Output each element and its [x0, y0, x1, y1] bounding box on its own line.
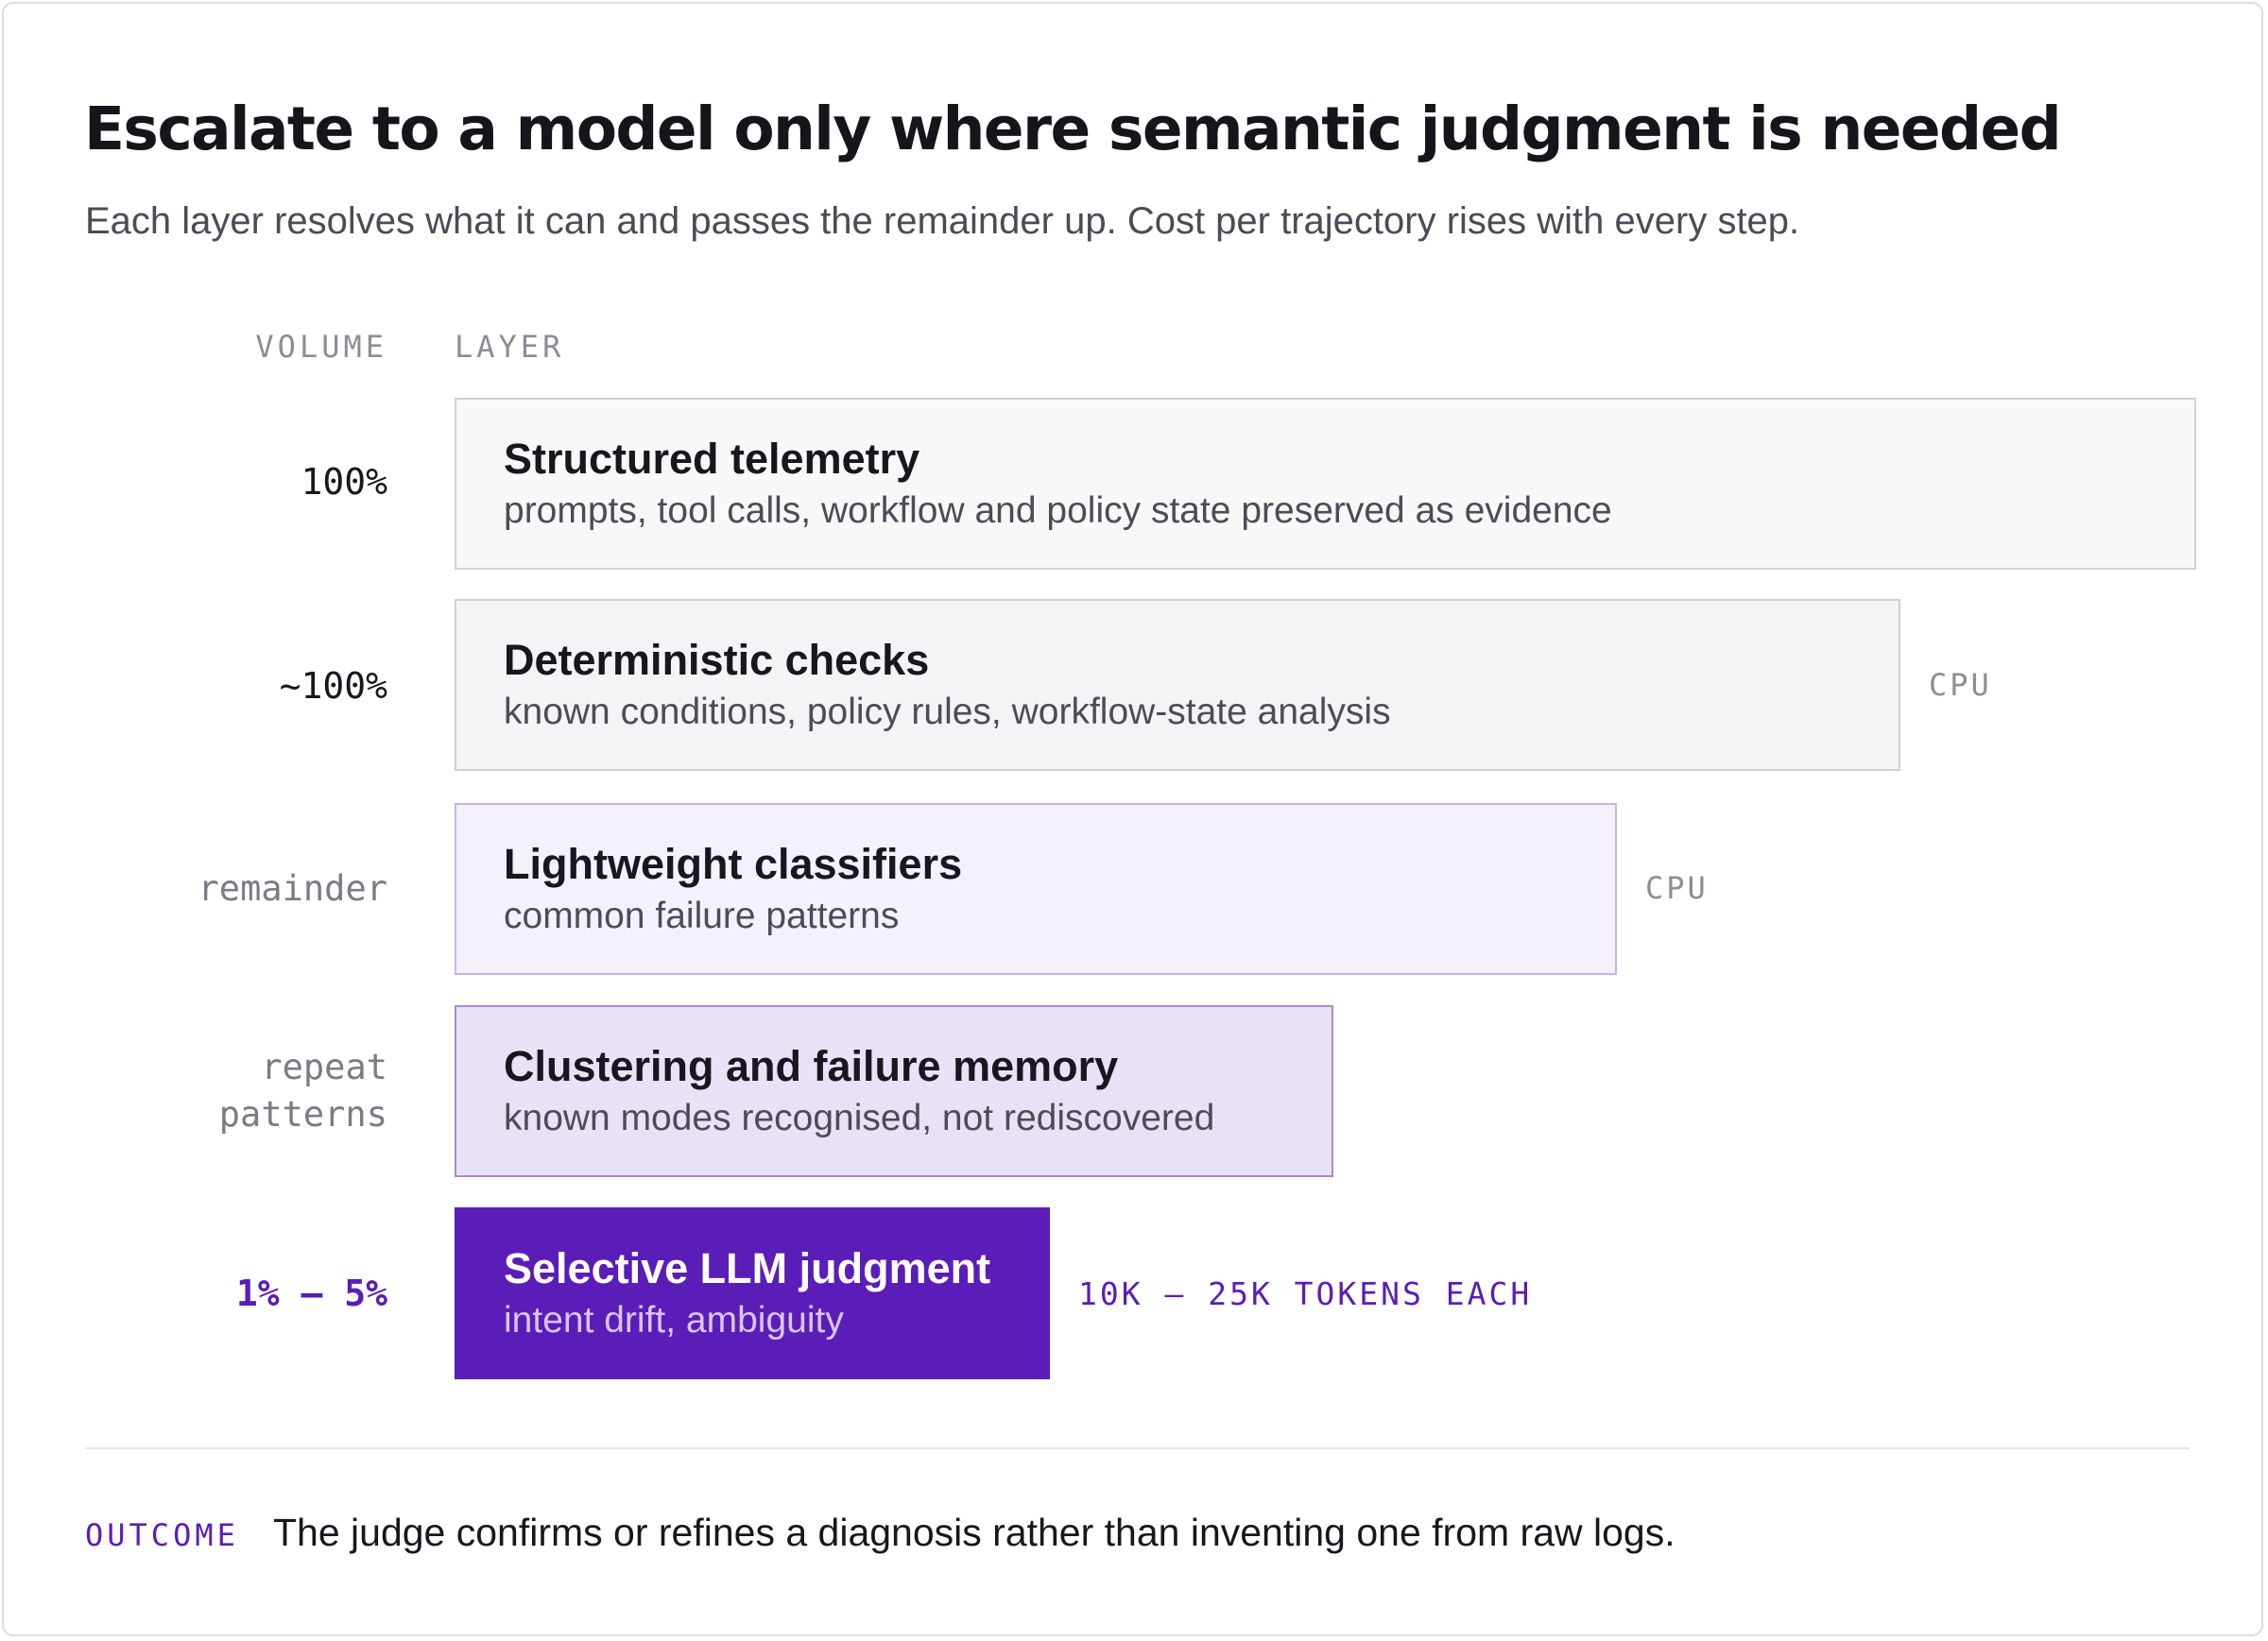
layer-bar-lightweight-classifiers: Lightweight classifiers common failure p…	[455, 803, 1617, 975]
volume-column-header: VOLUME	[255, 329, 387, 365]
layer-column-header: LAYER	[455, 329, 565, 365]
layer-description: known conditions, policy rules, workflow…	[504, 691, 1391, 732]
layer-name: Lightweight classifiers	[504, 839, 963, 888]
layer-name: Clustering and failure memory	[504, 1041, 1119, 1090]
layer-volume-llm: 1% – 5%	[235, 1273, 387, 1314]
layer-volume-deterministic: ~100%	[279, 665, 387, 707]
layer-description: common failure patterns	[504, 895, 900, 936]
layer-cost-tag-classifiers: CPU	[1645, 870, 1709, 906]
diagram-card: Escalate to a model only where semantic …	[2, 2, 2263, 1636]
outcome-text: The judge confirms or refines a diagnosi…	[273, 1511, 1675, 1554]
layer-bar-deterministic-checks: Deterministic checks known conditions, p…	[455, 599, 1900, 771]
layer-cost-tag-deterministic: CPU	[1929, 667, 1992, 703]
layer-name: Deterministic checks	[504, 635, 930, 684]
layer-description: known modes recognised, not rediscovered	[504, 1097, 1215, 1138]
layer-bar-clustering-memory: Clustering and failure memory known mode…	[455, 1005, 1333, 1177]
layer-volume-clustering: repeat patterns	[218, 1047, 387, 1135]
layer-volume-classifiers: remainder	[198, 868, 387, 909]
layer-description: intent drift, ambiguity	[504, 1299, 844, 1341]
outcome-label: OUTCOME	[85, 1517, 239, 1553]
layer-bar-selective-llm-judgment: Selective LLM judgment intent drift, amb…	[455, 1207, 1050, 1379]
layer-name: Structured telemetry	[504, 434, 920, 483]
layer-bar-structured-telemetry: Structured telemetry prompts, tool calls…	[455, 398, 2196, 570]
diagram-subtitle: Each layer resolves what it can and pass…	[85, 200, 1800, 242]
layer-description: prompts, tool calls, workflow and policy…	[504, 489, 1612, 531]
diagram-title: Escalate to a model only where semantic …	[84, 94, 2062, 163]
layer-volume-telemetry: 100%	[301, 461, 387, 503]
layer-name: Selective LLM judgment	[504, 1243, 991, 1292]
layer-cost-tag-llm: 10K – 25K TOKENS EACH	[1078, 1275, 1533, 1312]
outcome-divider	[85, 1447, 2190, 1449]
